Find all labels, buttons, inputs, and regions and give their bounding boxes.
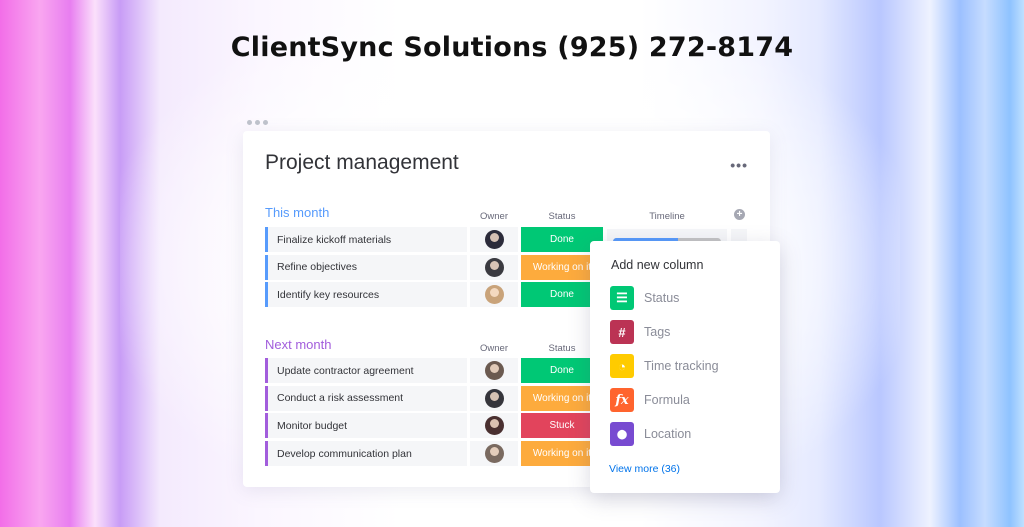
task-name[interactable]: Identify key resources <box>265 282 467 308</box>
formula-icon: fx <box>610 388 634 412</box>
column-header-owner: Owner <box>480 343 508 354</box>
window-dots-icon <box>247 120 268 125</box>
option-label: Status <box>644 291 680 305</box>
task-name[interactable]: Monitor budget <box>265 413 467 439</box>
plus-circle-icon[interactable]: + <box>734 209 745 220</box>
column-option-formula[interactable]: fx Formula <box>610 388 690 412</box>
column-header-status: Status <box>548 211 576 222</box>
board-title: Project management <box>265 151 459 174</box>
task-name[interactable]: Refine objectives <box>265 254 467 280</box>
owner-cell[interactable] <box>470 282 518 308</box>
avatar <box>484 361 504 380</box>
column-option-time-tracking[interactable]: ◔ Time tracking <box>610 354 719 378</box>
task-name[interactable]: Finalize kickoff materials <box>265 227 467 252</box>
add-column-popup: Add new column ☰ Status # Tags ◔ Time trackin… <box>590 241 780 493</box>
owner-cell[interactable] <box>470 227 518 252</box>
avatar <box>484 416 504 436</box>
avatar <box>484 285 504 305</box>
column-option-status[interactable]: ☰ Status <box>610 286 679 310</box>
table-row[interactable]: Identify key resources Done <box>265 282 603 308</box>
popup-title: Add new column <box>611 258 704 272</box>
task-name[interactable]: Develop communication plan <box>265 441 467 467</box>
task-name[interactable]: Update contractor agreement <box>265 358 467 383</box>
avatar <box>484 257 504 277</box>
table-row[interactable]: Refine objectives Working on it <box>265 254 603 280</box>
column-option-location[interactable]: ⬤ Location <box>610 422 691 446</box>
group-title-this-month[interactable]: This month <box>265 205 329 220</box>
table-row[interactable]: Develop communication plan Working on it <box>265 441 603 467</box>
owner-cell[interactable] <box>470 413 518 439</box>
table-row[interactable]: Update contractor agreement Done <box>265 358 603 383</box>
avatar <box>484 388 504 408</box>
group-title-next-month[interactable]: Next month <box>265 337 331 352</box>
option-label: Time tracking <box>644 359 719 373</box>
view-more-link[interactable]: View more (36) <box>609 463 680 475</box>
avatar <box>484 444 504 464</box>
owner-cell[interactable] <box>470 254 518 280</box>
three-dots-icon[interactable]: ••• <box>730 157 748 173</box>
owner-cell[interactable] <box>470 441 518 467</box>
column-header-timeline: Timeline <box>649 211 685 222</box>
owner-cell[interactable] <box>470 385 518 411</box>
hashtag-icon: # <box>610 320 634 344</box>
option-label: Tags <box>644 325 671 339</box>
table-row[interactable]: Finalize kickoff materials Done <box>265 227 603 252</box>
column-header-owner: Owner <box>480 211 508 222</box>
task-name[interactable]: Conduct a risk assessment <box>265 385 467 411</box>
table-row[interactable]: Conduct a risk assessment Working on it <box>265 385 603 411</box>
page-headline: ClientSync Solutions (925) 272-8174 <box>230 32 794 63</box>
table-row[interactable]: Monitor budget Stuck <box>265 413 603 439</box>
owner-cell[interactable] <box>470 358 518 383</box>
option-label: Formula <box>644 393 690 407</box>
option-label: Location <box>644 427 692 441</box>
clock-icon: ◔ <box>610 354 634 378</box>
location-pin-icon: ⬤ <box>610 422 634 446</box>
avatar <box>484 230 504 249</box>
status-icon: ☰ <box>610 286 634 310</box>
column-option-tags[interactable]: # Tags <box>610 320 670 344</box>
